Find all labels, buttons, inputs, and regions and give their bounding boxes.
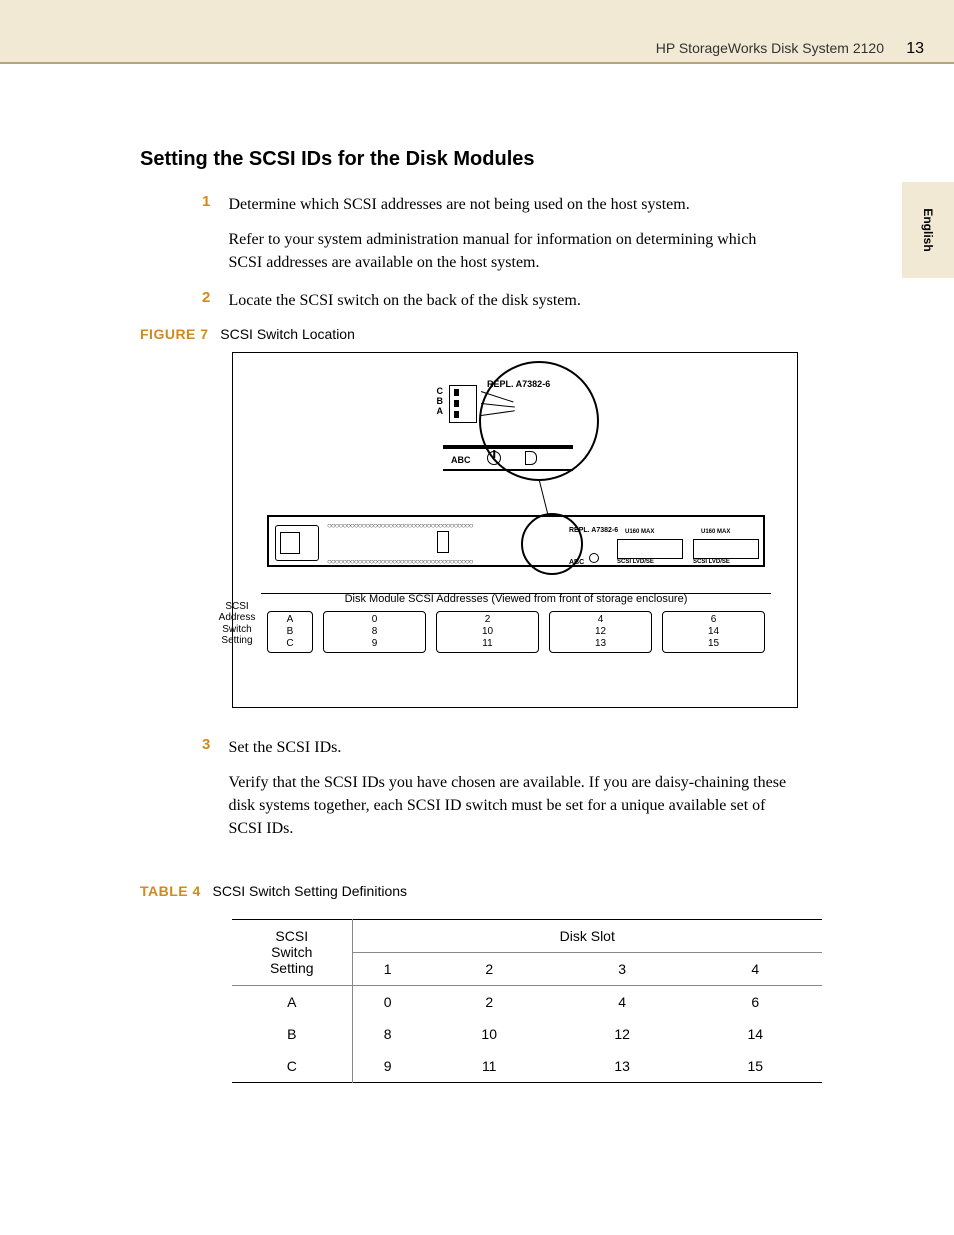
step-text: Set the SCSI IDs. Verify that the SCSI I… — [228, 736, 788, 841]
table-label: TABLE 4 SCSI Switch Setting Definitions — [140, 883, 830, 899]
section-heading: Setting the SCSI IDs for the Disk Module… — [140, 148, 830, 171]
step-text: Locate the SCSI switch on the back of th… — [228, 289, 788, 312]
th-col2: 2 — [423, 952, 556, 985]
steps-list-after-figure: 3 Set the SCSI IDs. Verify that the SCSI… — [232, 736, 830, 841]
page-number: 13 — [906, 40, 924, 58]
cell: 4 — [556, 985, 689, 1018]
zoom-circle — [479, 361, 599, 481]
lvd-label-1: SCSI LVD/SE — [617, 559, 654, 565]
slot-row: A B C 089 21011 41213 61415 — [267, 611, 765, 653]
slot-4: 61415 — [662, 611, 765, 653]
table-row: C 9 11 13 15 — [232, 1050, 822, 1083]
th-col3: 3 — [556, 952, 689, 985]
th-col1: 1 — [352, 952, 423, 985]
cell: 6 — [689, 985, 822, 1018]
figure-7: REPL. A7382-6 C B A ABC — [232, 352, 798, 708]
table-header-row: SCSI Switch Setting Disk Slot — [232, 919, 822, 952]
cell: 12 — [556, 1018, 689, 1050]
power-inlet-icon — [275, 525, 319, 561]
table-row: A 0 2 4 6 — [232, 985, 822, 1018]
step-1: 1 Determine which SCSI addresses are not… — [232, 193, 830, 275]
table-4: SCSI Switch Setting Disk Slot 1 2 3 4 A … — [232, 919, 822, 1083]
steps-list: 1 Determine which SCSI addresses are not… — [232, 193, 830, 312]
th-diskslot: Disk Slot — [352, 919, 822, 952]
device-rear-panel: ○○○○○○○○○○○○○○○○○○○○○○○○○○○○○○○○○○○○○○ ○… — [267, 515, 765, 567]
u160-label-2: U160 MAX — [701, 529, 730, 535]
cell-setting: B — [232, 1018, 352, 1050]
switch-settings-col: A B C — [267, 611, 313, 653]
cell-setting: C — [232, 1050, 352, 1083]
language-tab-label: English — [921, 208, 935, 251]
step-text: Determine which SCSI addresses are not b… — [228, 193, 788, 275]
page: HP StorageWorks Disk System 2120 13 Engl… — [0, 0, 954, 1235]
cell: 15 — [689, 1050, 822, 1083]
cell: 9 — [352, 1050, 423, 1083]
running-header: HP StorageWorks Disk System 2120 — [656, 40, 884, 56]
cell: 14 — [689, 1018, 822, 1050]
table-caption: SCSI Switch Setting Definitions — [212, 883, 407, 899]
cell: 13 — [556, 1050, 689, 1083]
figure-caption: SCSI Switch Location — [220, 326, 355, 342]
slot-1: 089 — [323, 611, 426, 653]
address-caption: Disk Module SCSI Addresses (Viewed from … — [267, 593, 765, 605]
cell: 8 — [352, 1018, 423, 1050]
cell: 0 — [352, 985, 423, 1018]
slot-3: 41213 — [549, 611, 652, 653]
step-3: 3 Set the SCSI IDs. Verify that the SCSI… — [232, 736, 830, 841]
step-2: 2 Locate the SCSI switch on the back of … — [232, 289, 830, 312]
scsi-connector-1 — [617, 539, 683, 559]
step-text-main: Determine which SCSI addresses are not b… — [228, 196, 689, 213]
step-text-main: Set the SCSI IDs. — [228, 739, 341, 756]
switch-labels-cba: C B A — [429, 387, 443, 417]
rack-zoom-circle — [521, 513, 583, 575]
step-subtext: Refer to your system administration manu… — [228, 228, 788, 274]
content-area: Setting the SCSI IDs for the Disk Module… — [140, 148, 830, 1083]
switch-setting-label: SCSI Address Switch Setting — [205, 601, 269, 647]
th-col4: 4 — [689, 952, 822, 985]
table-row: B 8 10 12 14 — [232, 1018, 822, 1050]
cell: 10 — [423, 1018, 556, 1050]
step-subtext: Verify that the SCSI IDs you have chosen… — [228, 771, 788, 841]
figure-tag: FIGURE 7 — [140, 326, 209, 342]
header-bar: HP StorageWorks Disk System 2120 13 — [0, 0, 954, 64]
figure-label: FIGURE 7 SCSI Switch Location — [140, 326, 830, 342]
dip-switch-icon — [449, 385, 477, 423]
address-slots: Disk Module SCSI Addresses (Viewed from … — [267, 593, 765, 653]
cell-setting: A — [232, 985, 352, 1018]
step-number: 1 — [202, 193, 224, 210]
cell: 2 — [423, 985, 556, 1018]
step-number: 3 — [202, 736, 224, 753]
language-tab: English — [902, 182, 954, 278]
step-number: 2 — [202, 289, 224, 306]
th-switch: SCSI Switch Setting — [232, 919, 352, 985]
lvd-label-2: SCSI LVD/SE — [693, 559, 730, 565]
u160-label-1: U160 MAX — [625, 529, 654, 535]
slot-2: 21011 — [436, 611, 539, 653]
rack-power-icon — [589, 553, 599, 563]
zoom-abc-label: ABC — [451, 455, 471, 465]
cell: 11 — [423, 1050, 556, 1083]
dip-switch-mini-icon — [437, 531, 449, 553]
table-tag: TABLE 4 — [140, 883, 201, 899]
scsi-connector-2 — [693, 539, 759, 559]
